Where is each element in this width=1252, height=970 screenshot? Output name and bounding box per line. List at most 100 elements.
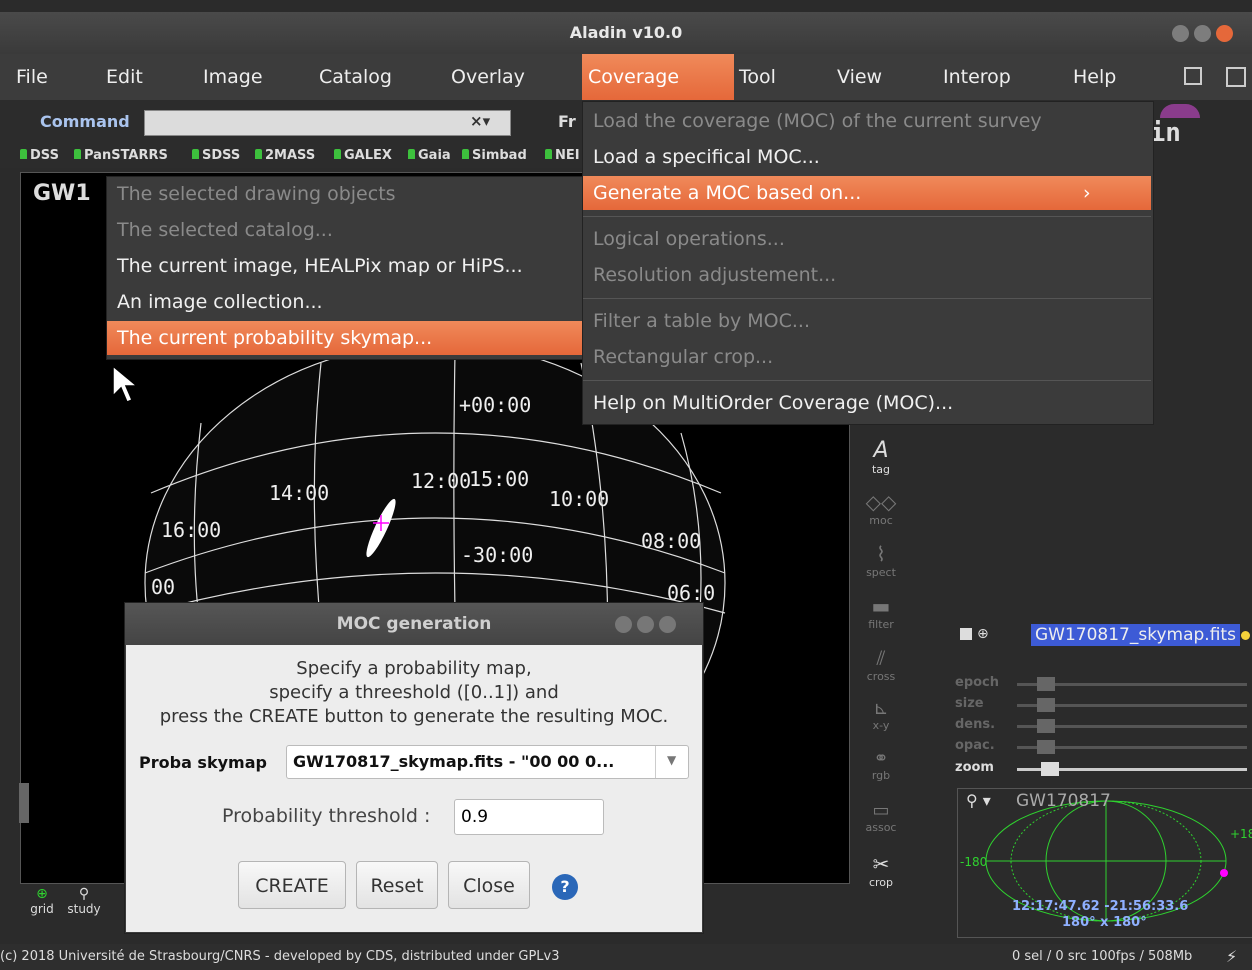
menu-item-resolution-adjustment[interactable]: Resolution adjustement... xyxy=(583,258,1151,292)
bookmark-galex[interactable]: GALEX xyxy=(334,148,392,163)
tool-label: study xyxy=(67,902,101,916)
close-button[interactable]: Close xyxy=(448,861,530,909)
xy-icon: ⊾ xyxy=(873,698,889,719)
tool-tag[interactable]: Atag xyxy=(852,438,910,476)
slider-label: dens. xyxy=(955,717,996,732)
submenu-item-selected-catalog[interactable]: The selected catalog... xyxy=(107,213,583,247)
scissors-icon: ✂ xyxy=(872,852,890,876)
magnifier-icon: ⚲ xyxy=(78,886,90,902)
menu-item-logical-operations[interactable]: Logical operations... xyxy=(583,222,1151,256)
minimize-button[interactable] xyxy=(1172,25,1189,42)
menu-coverage[interactable]: Coverage xyxy=(582,54,734,100)
help-icon[interactable]: ? xyxy=(552,874,578,900)
menu-interop[interactable]: Interop xyxy=(937,54,1017,100)
command-bar: Command ×▾ Fr xyxy=(0,100,590,144)
spectrum-icon: ⌇ xyxy=(876,542,886,566)
detach-icon[interactable] xyxy=(1184,67,1202,85)
instruction-line: press the CREATE button to generate the … xyxy=(159,706,669,727)
create-button[interactable]: CREATE xyxy=(238,861,346,909)
slider-opacity[interactable]: opac. xyxy=(955,738,1247,758)
dialog-instructions: Specify a probability map, specify a thr… xyxy=(126,657,702,729)
overview-target: GW170817 xyxy=(1016,791,1111,811)
submenu-item-drawing-objects[interactable]: The selected drawing objects xyxy=(107,177,583,211)
bookmark-dss[interactable]: DSS xyxy=(20,148,59,163)
overview-panel[interactable]: ⚲ ▾ GW170817 -180 +18 12:17:47.62 -21:56… xyxy=(957,788,1252,938)
menu-view[interactable]: View xyxy=(831,54,888,100)
side-handle[interactable] xyxy=(19,783,29,823)
dialog-maximize-button[interactable] xyxy=(637,616,654,633)
tool-rgb[interactable]: ⚭ rgb xyxy=(852,748,910,782)
moc-generation-dialog: MOC generation Specify a probability map… xyxy=(124,602,704,934)
window-title: Aladin v10.0 xyxy=(569,23,683,42)
menu-catalog[interactable]: Catalog xyxy=(313,54,398,100)
layer-name[interactable]: GW170817_skymap.fits xyxy=(1031,624,1240,646)
menu-item-generate-moc[interactable]: Generate a MOC based on... › xyxy=(583,176,1151,210)
dialog-titlebar: MOC generation xyxy=(125,603,703,645)
tool-spect[interactable]: ⌇ spect xyxy=(852,542,910,579)
maximize-button[interactable] xyxy=(1194,25,1211,42)
clear-icon[interactable]: ×▾ xyxy=(470,112,490,130)
tool-label: x-y xyxy=(872,719,890,732)
menu-image[interactable]: Image xyxy=(197,54,269,100)
tool-moc[interactable]: ◇◇ moc xyxy=(852,490,910,527)
menubar: File Edit Image Catalog Overlay Coverage… xyxy=(0,54,1252,100)
close-window-button[interactable] xyxy=(1216,25,1233,42)
bookmark-panstarrs[interactable]: PanSTARRS xyxy=(74,148,168,163)
menu-item-moc-help[interactable]: Help on MultiOrder Coverage (MOC)... xyxy=(583,386,1151,420)
slider-density[interactable]: dens. xyxy=(955,717,1247,737)
grid-label: 08:00 xyxy=(641,529,702,553)
menu-edit[interactable]: Edit xyxy=(100,54,149,100)
overview-coord: 12:17:47.62 -21:56:33.6 xyxy=(1012,899,1189,914)
dialog-body: Specify a probability map, specify a thr… xyxy=(126,645,702,932)
menu-item-label: Generate a MOC based on... xyxy=(593,182,862,204)
menu-item-load-survey-moc[interactable]: Load the coverage (MOC) of the current s… xyxy=(583,104,1151,138)
bookmark-gaia[interactable]: Gaia xyxy=(408,148,451,163)
tool-crop[interactable]: ✂ crop xyxy=(852,852,910,889)
menu-separator xyxy=(583,298,1151,299)
tool-panel: Atag ◇◇ moc ⌇ spect ▬ filter ⫽ cross ⊾ x-y ⚭ r… xyxy=(852,420,910,900)
tool-label: spect xyxy=(866,566,896,579)
tool-cross[interactable]: ⫽ cross xyxy=(852,646,910,683)
slider-label: zoom xyxy=(955,760,994,775)
mouse-cursor-icon xyxy=(112,364,140,403)
grid-label: +00:00 xyxy=(459,393,532,417)
layer-checkbox[interactable] xyxy=(960,628,972,640)
menu-item-load-moc[interactable]: Load a specifical MOC... xyxy=(583,140,1151,174)
tool-label: assoc xyxy=(865,821,897,834)
slider-zoom[interactable]: zoom xyxy=(955,760,1247,780)
menu-help[interactable]: Help xyxy=(1067,54,1122,100)
command-input[interactable] xyxy=(144,110,511,136)
menu-overlay[interactable]: Overlay xyxy=(445,54,531,100)
instruction-line: Specify a probability map, xyxy=(296,658,532,679)
tool-grid[interactable]: ⊕ grid xyxy=(22,886,62,916)
status-stats: 0 sel / 0 src 100fps / 508Mb xyxy=(1012,949,1193,964)
tool-assoc[interactable]: ▭ assoc xyxy=(852,800,910,834)
slider-size[interactable]: size xyxy=(955,696,1247,716)
submenu-item-current-image[interactable]: The current image, HEALPix map or HiPS..… xyxy=(107,249,583,283)
reset-button[interactable]: Reset xyxy=(356,861,438,909)
dialog-minimize-button[interactable] xyxy=(615,616,632,633)
tool-filter[interactable]: ▬ filter xyxy=(852,594,910,631)
skymap-select[interactable]: GW170817_skymap.fits - "00 00 0... ▼ xyxy=(286,745,689,779)
menu-file[interactable]: File xyxy=(10,54,54,100)
tool-xy[interactable]: ⊾ x-y xyxy=(852,698,910,732)
menu-tool[interactable]: Tool xyxy=(733,54,782,100)
dialog-close-icon[interactable] xyxy=(659,616,676,633)
bookmark-simbad[interactable]: Simbad xyxy=(462,148,527,163)
bookmark-2mass[interactable]: 2MASS xyxy=(255,148,315,163)
menu-item-filter-table[interactable]: Filter a table by MOC... xyxy=(583,304,1151,338)
tool-study[interactable]: ⚲ study xyxy=(62,886,106,916)
fullscreen-icon[interactable] xyxy=(1226,67,1246,87)
dialog-title: MOC generation xyxy=(336,614,492,634)
slider-epoch[interactable]: epoch xyxy=(955,675,1247,695)
menu-item-rectangular-crop[interactable]: Rectangular crop... xyxy=(583,340,1151,374)
submenu-item-probability-skymap[interactable]: The current probability skymap... xyxy=(107,321,583,355)
bookmark-sdss[interactable]: SDSS xyxy=(192,148,240,163)
overview-right-label: +18 xyxy=(1230,827,1252,841)
filter-icon: ▬ xyxy=(871,594,891,618)
threshold-input[interactable] xyxy=(454,799,604,835)
layer-type-icon: ⊕ xyxy=(977,626,989,642)
bookmark-ned[interactable]: NEI xyxy=(545,148,580,163)
submenu-item-image-collection[interactable]: An image collection... xyxy=(107,285,583,319)
skymap-label: Proba skymap xyxy=(139,753,267,772)
